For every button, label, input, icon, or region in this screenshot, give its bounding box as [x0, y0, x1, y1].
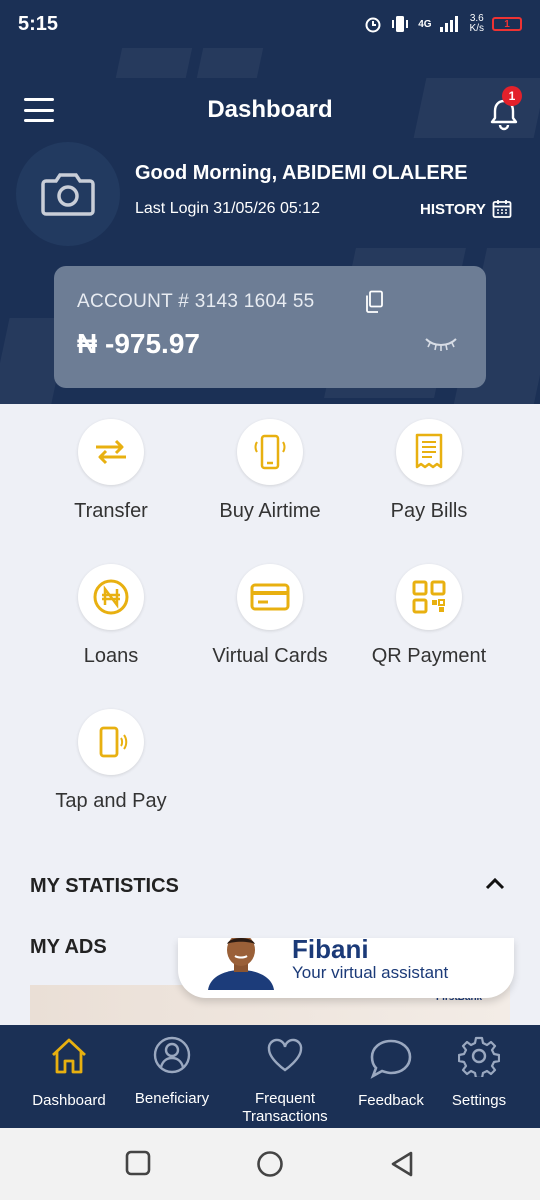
dashboard-header: Dashboard 1 Good Morning, ABIDEMI OLALER…	[0, 48, 540, 404]
naira-icon	[93, 579, 129, 615]
back-icon[interactable]	[389, 1150, 415, 1178]
recent-apps-icon[interactable]	[125, 1150, 151, 1176]
nav-feedback[interactable]: Feedback	[345, 1035, 437, 1110]
nav-settings[interactable]: Settings	[436, 1035, 522, 1110]
network-speed: 3.6 K/s	[470, 14, 484, 34]
home-circle-icon[interactable]	[256, 1150, 284, 1178]
action-label: QR Payment	[371, 645, 487, 667]
action-loans[interactable]: Loans	[21, 564, 201, 668]
status-bar: 5:15 4G 3.6 K/s 1	[0, 0, 540, 48]
action-tap-and-pay[interactable]: Tap and Pay	[21, 709, 201, 813]
phone-icon	[254, 434, 286, 470]
account-number: ACCOUNT # 3143 1604 55	[77, 291, 315, 312]
calendar-icon	[492, 200, 512, 218]
account-balance: ₦ -975.97	[77, 328, 200, 359]
camera-icon	[41, 173, 95, 216]
nav-label: Frequent	[254, 1090, 316, 1107]
home-icon	[52, 1038, 86, 1074]
action-label: Pay Bills	[390, 500, 468, 522]
avatar[interactable]	[16, 142, 120, 246]
alarm-icon	[365, 17, 381, 33]
action-buy-airtime[interactable]: Buy Airtime	[180, 419, 360, 523]
action-label: Buy Airtime	[219, 500, 321, 522]
nav-dashboard[interactable]: Dashboard	[20, 1035, 118, 1110]
action-circle	[78, 419, 144, 485]
status-time: 5:15	[18, 12, 59, 35]
speed-unit: K/s	[469, 23, 484, 34]
notification-badge: 1	[502, 86, 522, 106]
statistics-section-title[interactable]: MY STATISTICS	[30, 875, 179, 898]
signal-icon	[439, 16, 458, 32]
decor	[196, 48, 264, 78]
ads-section-title: MY ADS	[30, 936, 107, 958]
card-icon	[250, 583, 290, 611]
page-title: Dashboard	[207, 96, 333, 123]
status-icons: 4G 3.6 K/s 1	[364, 14, 522, 34]
action-label: Transfer	[74, 500, 148, 522]
system-navigation-bar	[0, 1128, 540, 1200]
copy-icon[interactable]	[364, 290, 384, 314]
greeting-text: Good Morning, ABIDEMI OLALERE	[135, 162, 468, 184]
heart-icon	[267, 1038, 303, 1072]
history-label: HISTORY	[420, 200, 486, 218]
decor	[115, 48, 195, 78]
account-card: ACCOUNT # 3143 1604 55 ₦ -975.97	[54, 266, 486, 388]
action-circle	[78, 709, 144, 775]
action-virtual-cards[interactable]: Virtual Cards	[180, 564, 360, 668]
nav-beneficiary[interactable]: Beneficiary	[122, 1035, 222, 1108]
action-circle	[237, 564, 303, 630]
action-circle	[78, 564, 144, 630]
vibrate-icon	[392, 16, 409, 32]
action-label: Virtual Cards	[212, 645, 328, 667]
battery-icon: 1	[492, 17, 522, 31]
eye-closed-icon[interactable]	[424, 336, 458, 352]
network-type: 4G	[418, 18, 432, 30]
nav-label: Beneficiary	[134, 1090, 210, 1107]
person-icon	[153, 1036, 191, 1074]
action-qr-payment[interactable]: QR Payment	[339, 564, 519, 668]
action-circle	[396, 564, 462, 630]
chevron-up-icon[interactable]	[484, 876, 506, 892]
virtual-assistant-button[interactable]: Fibani Your virtual assistant	[178, 934, 514, 998]
assistant-name: Fibani	[292, 934, 369, 964]
action-circle	[396, 419, 462, 485]
chat-icon	[370, 1039, 412, 1079]
action-label: Tap and Pay	[55, 790, 167, 812]
action-label: Loans	[83, 645, 139, 667]
nav-label: Settings	[451, 1092, 507, 1109]
bottom-navigation: Dashboard Beneficiary Frequent Transacti…	[0, 1025, 540, 1128]
tap-phone-icon	[99, 726, 128, 758]
nav-label-line2: Transactions	[242, 1108, 328, 1125]
assistant-tagline: Your virtual assistant	[292, 963, 449, 982]
history-button[interactable]: HISTORY	[420, 199, 512, 219]
nav-label: Feedback	[358, 1092, 424, 1109]
receipt-icon	[415, 433, 443, 469]
nav-label: Dashboard	[32, 1092, 106, 1109]
action-transfer[interactable]: Transfer	[21, 419, 201, 523]
transfer-icon	[96, 439, 126, 465]
action-pay-bills[interactable]: Pay Bills	[339, 419, 519, 523]
qr-icon	[412, 580, 446, 614]
nav-frequent-transactions[interactable]: Frequent Transactions	[230, 1035, 340, 1126]
last-login-text: Last Login 31/05/26 05:12	[135, 200, 321, 217]
gear-icon	[457, 1036, 501, 1080]
assistant-avatar-icon	[208, 938, 274, 990]
battery-level: 1	[504, 18, 510, 30]
action-circle	[237, 419, 303, 485]
